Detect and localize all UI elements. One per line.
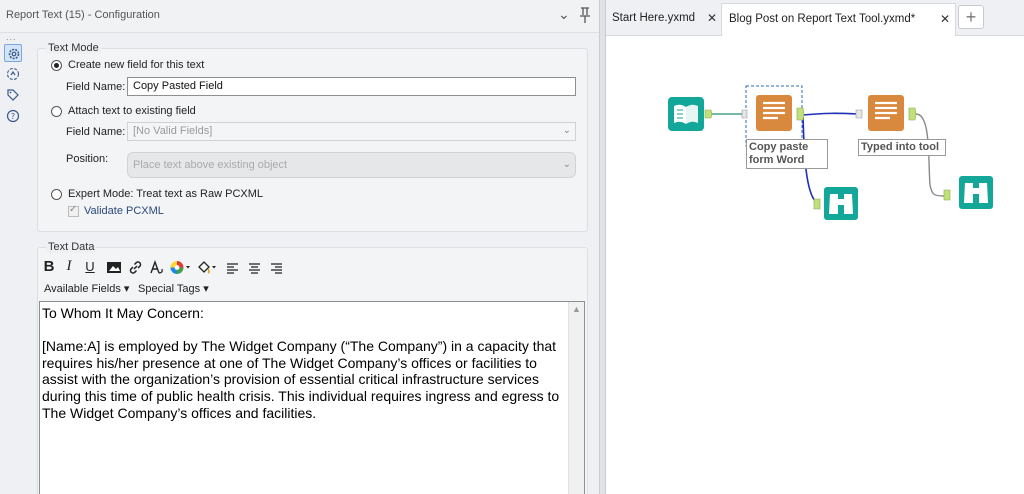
italic-button[interactable]: I <box>64 258 74 275</box>
browse-tool-1[interactable] <box>813 187 858 220</box>
field-name-input[interactable]: Copy Pasted Field <box>127 77 576 96</box>
editor-content[interactable]: To Whom It May Concern: [Name:A] is empl… <box>42 305 562 421</box>
workflow-canvas-area: Start Here.yxmd ✕ Blog Post on Report Te… <box>606 0 1024 494</box>
report-text-tool-1[interactable] <box>741 85 805 147</box>
configuration-panel: Report Text (15) - Configuration ⌄ ... ?… <box>0 0 599 494</box>
chevron-down-icon[interactable]: ⌄ <box>558 6 570 23</box>
browse-tool-2[interactable] <box>943 176 993 209</box>
available-fields-menu[interactable]: Available Fields ▾ <box>44 282 129 295</box>
editor-paragraph: To Whom It May Concern: <box>42 305 204 321</box>
position-value: Place text above existing object <box>133 159 288 171</box>
tool-caption-typed: Typed into tool <box>858 139 946 156</box>
bold-button[interactable]: B <box>42 258 56 275</box>
config-title-bar: Report Text (15) - Configuration ⌄ <box>0 0 599 33</box>
workflow-canvas[interactable] <box>606 0 1024 494</box>
expert-mode-label: Expert Mode: Treat text as Raw PCXML <box>68 188 264 200</box>
expert-mode-radio[interactable] <box>51 189 62 200</box>
field-name-value: Copy Pasted Field <box>133 80 223 92</box>
connector-line <box>802 112 859 116</box>
attach-existing-label: Attach text to existing field <box>68 105 196 117</box>
arrow-circle-icon[interactable] <box>4 65 22 83</box>
field-name-label: Field Name: <box>66 81 126 93</box>
text-mode-section: Text Mode Create new field for this text… <box>37 42 588 232</box>
underline-button[interactable]: U <box>84 258 96 275</box>
align-center-icon[interactable] <box>248 260 261 277</box>
pin-icon[interactable] <box>578 6 592 24</box>
create-new-field-label: Create new field for this text <box>68 59 205 71</box>
font-icon[interactable] <box>148 259 164 276</box>
validate-pcxml-checkbox[interactable] <box>68 204 79 217</box>
attach-field-name-label: Field Name: <box>66 126 126 138</box>
attach-field-value: [No Valid Fields] <box>133 125 213 137</box>
color-picker-icon[interactable] <box>169 259 191 276</box>
create-new-field-radio[interactable] <box>51 60 62 71</box>
svg-text:?: ? <box>11 112 15 121</box>
chevron-down-icon: ⌄ <box>562 125 571 136</box>
tags-menu-row: Available Fields ▾ Special Tags ▾ <box>40 280 586 298</box>
chevron-down-icon: ⌄ <box>562 159 571 170</box>
align-right-icon[interactable] <box>270 260 283 277</box>
text-editor[interactable]: To Whom It May Concern: [Name:A] is empl… <box>39 301 585 494</box>
editor-scrollbar[interactable]: ▲ <box>568 302 584 494</box>
tag-icon[interactable] <box>4 86 22 104</box>
image-icon[interactable] <box>106 259 122 276</box>
help-icon[interactable]: ? <box>4 107 22 125</box>
report-text-tool-2[interactable] <box>855 95 917 131</box>
scroll-up-icon[interactable]: ▲ <box>572 304 581 314</box>
editor-paragraph: [Name:A] is employed by The Widget Compa… <box>42 338 560 421</box>
attach-existing-radio[interactable] <box>51 106 62 117</box>
input-tool[interactable] <box>668 97 713 131</box>
formatting-toolbar: B I U <box>40 256 586 278</box>
link-icon[interactable] <box>128 259 143 276</box>
position-label: Position: <box>66 153 109 165</box>
config-title: Report Text (15) - Configuration <box>6 9 160 21</box>
panel-splitter[interactable] <box>599 0 606 494</box>
special-tags-menu[interactable]: Special Tags ▾ <box>138 282 209 295</box>
highlight-icon[interactable] <box>196 259 218 276</box>
tool-caption-copy-paste: Copy paste form Word <box>746 139 828 169</box>
align-left-icon[interactable] <box>226 260 239 277</box>
position-select[interactable]: Place text above existing object ⌄ <box>127 152 576 178</box>
text-data-label: Text Data <box>46 241 97 253</box>
text-mode-label: Text Mode <box>46 42 101 54</box>
attach-field-select[interactable]: [No Valid Fields] ⌄ <box>127 122 576 141</box>
more-dots[interactable]: ... <box>6 32 17 42</box>
validate-pcxml-label: Validate PCXML <box>84 205 164 217</box>
gear-icon[interactable] <box>4 44 22 62</box>
